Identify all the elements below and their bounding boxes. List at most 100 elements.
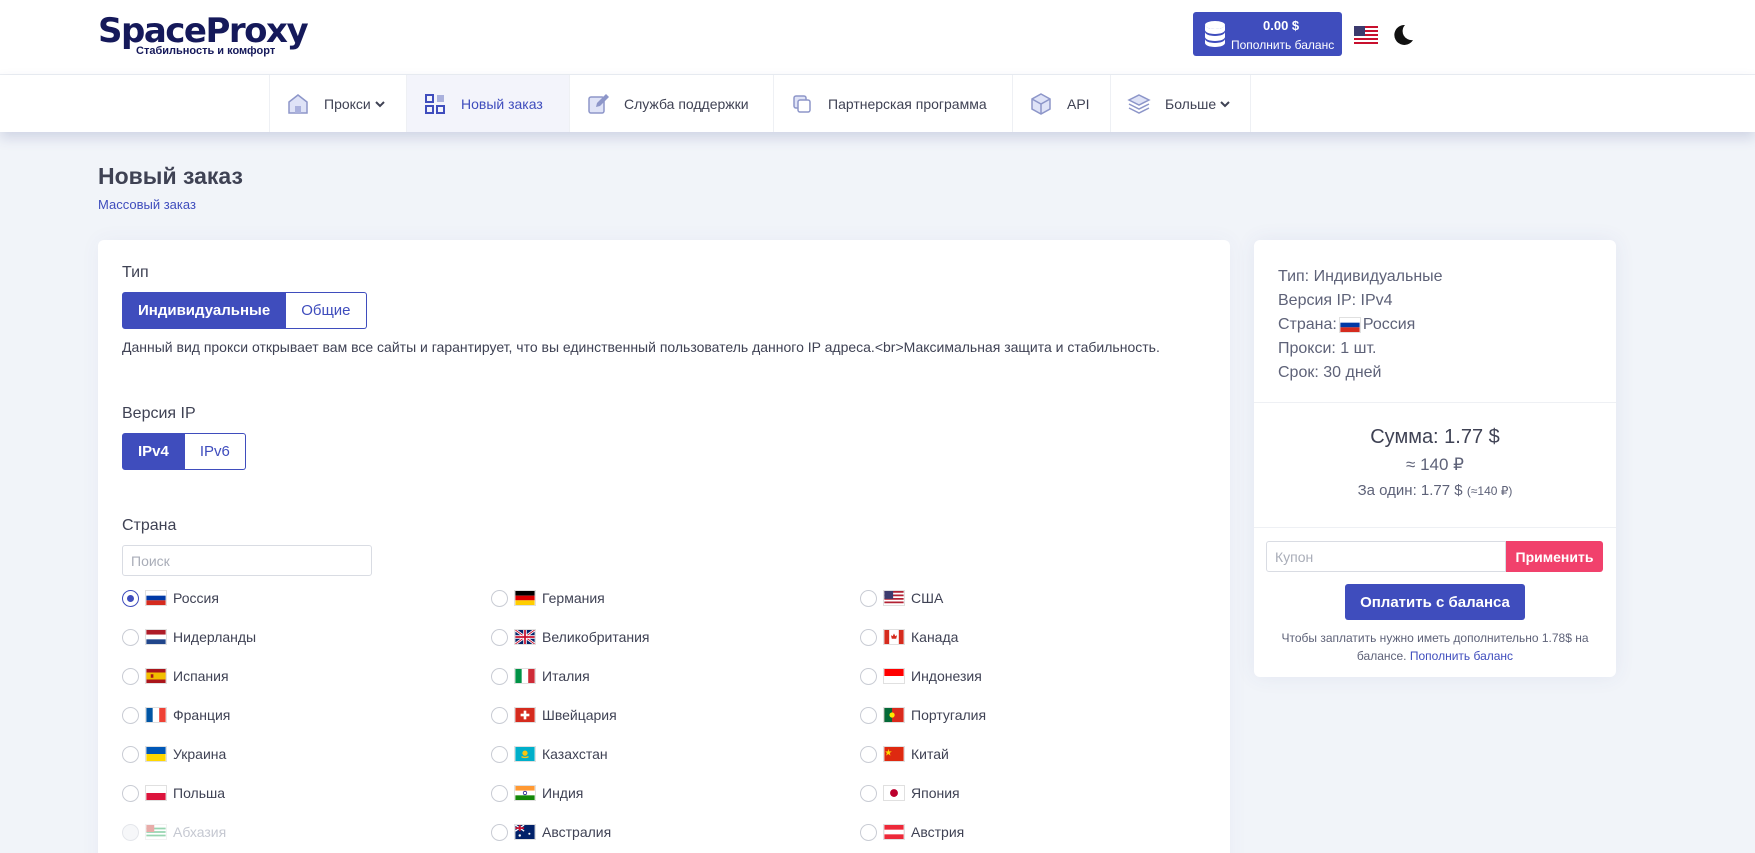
ipv6-button[interactable]: IPv6	[184, 433, 246, 470]
radio-button[interactable]	[491, 745, 508, 763]
radio-button[interactable]	[122, 628, 139, 646]
country-search-input[interactable]	[122, 545, 372, 576]
radio-button[interactable]	[860, 745, 877, 763]
logo[interactable]: SpaceProxy Стабильность и комфорт	[98, 14, 309, 57]
summary-total-rub: ≈ 140 ₽	[1406, 455, 1464, 474]
radio-button[interactable]	[491, 667, 508, 685]
country-option-indonesia[interactable]: Индонезия	[860, 665, 982, 687]
radio-button[interactable]	[122, 745, 139, 763]
russia-flag-icon	[1338, 317, 1361, 333]
nav-label-proxy: Прокси	[324, 95, 371, 112]
canada-flag-icon	[883, 629, 905, 645]
country-option-italy[interactable]: Италия	[491, 665, 590, 687]
country-option-spain[interactable]: Испания	[122, 665, 229, 687]
country-option-australia[interactable]: Австралия	[491, 821, 611, 843]
nav-item-partner-program[interactable]: Партнерская программа	[773, 75, 1012, 132]
summary-type: Тип: Индивидуальные	[1278, 268, 1443, 285]
country-option-germany[interactable]: Германия	[491, 587, 605, 609]
radio-button[interactable]	[860, 784, 877, 802]
japan-flag-icon	[883, 785, 905, 801]
usa-flag-icon	[883, 590, 905, 606]
top-header: SpaceProxy Стабильность и комфорт 0.00 $…	[0, 0, 1755, 75]
country-option-netherlands[interactable]: Нидерланды	[122, 626, 256, 648]
austria-flag-icon	[883, 824, 905, 840]
radio-button[interactable]	[491, 628, 508, 646]
summary-country-prefix: Страна:	[1278, 316, 1337, 333]
country-option-switzerland[interactable]: Швейцария	[491, 704, 617, 726]
nav-item-more[interactable]: Больше	[1110, 75, 1251, 132]
radio-button[interactable]	[122, 784, 139, 802]
country-name: Австралия	[542, 824, 612, 840]
radio-button[interactable]	[491, 823, 508, 841]
radio-button[interactable]	[860, 706, 877, 724]
radio-button[interactable]	[122, 667, 139, 685]
nav-item-proxy[interactable]: Прокси	[269, 75, 406, 132]
order-summary-card: Тип: Индивидуальные Версия IP: IPv4 Стра…	[1254, 240, 1616, 677]
home-icon	[288, 93, 308, 114]
balance-label: Пополнить баланс	[1231, 38, 1335, 52]
layers-icon	[1127, 93, 1151, 114]
netherlands-flag-icon	[145, 629, 167, 645]
page-title: Новый заказ	[98, 163, 243, 189]
country-option-russia[interactable]: Россия	[122, 587, 219, 609]
country-option-portugal[interactable]: Португалия	[860, 704, 986, 726]
country-option-france[interactable]: Франция	[122, 704, 230, 726]
us-flag-icon[interactable]	[1354, 23, 1378, 47]
nav-label-new-order: Новый заказ	[461, 95, 543, 112]
summary-term: Срок: 30 дней	[1278, 364, 1382, 381]
country-option-austria[interactable]: Австрия	[860, 821, 964, 843]
country-name: Казахстан	[542, 746, 608, 762]
country-name: Россия	[173, 590, 219, 606]
radio-button[interactable]	[860, 823, 877, 841]
order-form-card: Тип Индивидуальные Общие Данный вид прок…	[98, 240, 1230, 853]
country-option-uk[interactable]: Великобритания	[491, 626, 650, 648]
country-label: Страна	[122, 517, 177, 534]
nav-item-api[interactable]: API	[1012, 75, 1110, 132]
ip-version-label: Версия IP	[122, 405, 196, 422]
country-name: Индонезия	[911, 668, 982, 684]
radio-button[interactable]	[122, 706, 139, 724]
country-option-poland[interactable]: Польша	[122, 782, 225, 804]
breadcrumb[interactable]: Массовый заказ	[98, 197, 196, 212]
radio-button[interactable]	[491, 589, 508, 607]
type-shared-button[interactable]: Общие	[286, 292, 367, 329]
country-name: Канада	[911, 629, 959, 645]
type-toggle: Индивидуальные Общие	[122, 292, 367, 329]
country-option-china[interactable]: Китай	[860, 743, 949, 765]
type-description: Данный вид прокси открывает вам все сайт…	[122, 339, 1160, 355]
radio-button[interactable]	[491, 706, 508, 724]
apply-coupon-button[interactable]: Применить	[1506, 541, 1603, 572]
country-option-usa[interactable]: США	[860, 587, 943, 609]
country-name: США	[911, 590, 944, 606]
nav-label-more: Больше	[1165, 95, 1217, 112]
pay-from-balance-button[interactable]: Оплатить с баланса	[1345, 584, 1525, 620]
radio-button[interactable]	[860, 628, 877, 646]
country-option-india[interactable]: Индия	[491, 782, 583, 804]
grid-icon	[425, 93, 445, 114]
country-option-kazakhstan[interactable]: Казахстан	[491, 743, 608, 765]
country-name: Португалия	[911, 707, 987, 723]
nav-item-support[interactable]: Служба поддержки	[569, 75, 773, 132]
top-up-balance-button[interactable]: 0.00 $ Пополнить баланс	[1193, 12, 1342, 56]
radio-button[interactable]	[860, 589, 877, 607]
divider	[1254, 402, 1616, 403]
radio-button[interactable]	[860, 667, 877, 685]
radio-button[interactable]	[122, 589, 139, 607]
nav-item-new-order[interactable]: Новый заказ	[406, 75, 569, 132]
moon-icon[interactable]	[1390, 22, 1416, 48]
india-flag-icon	[514, 785, 536, 801]
country-option-canada[interactable]: Канада	[860, 626, 958, 648]
type-individual-button[interactable]: Индивидуальные	[122, 292, 287, 329]
summary-per-one-rub: (≈140 ₽)	[1466, 484, 1513, 498]
coupon-input[interactable]	[1266, 541, 1506, 572]
top-up-balance-link[interactable]: Пополнить баланс	[1410, 649, 1513, 663]
germany-flag-icon	[514, 590, 536, 606]
ipv4-button[interactable]: IPv4	[122, 433, 185, 470]
abkhazia-flag-icon	[145, 824, 167, 840]
radio-button[interactable]	[491, 784, 508, 802]
country-option-japan[interactable]: Япония	[860, 782, 960, 804]
country-name: Польша	[173, 785, 226, 801]
country-name: Япония	[911, 785, 960, 801]
country-option-ukraine[interactable]: Украина	[122, 743, 226, 765]
china-flag-icon	[883, 746, 905, 762]
